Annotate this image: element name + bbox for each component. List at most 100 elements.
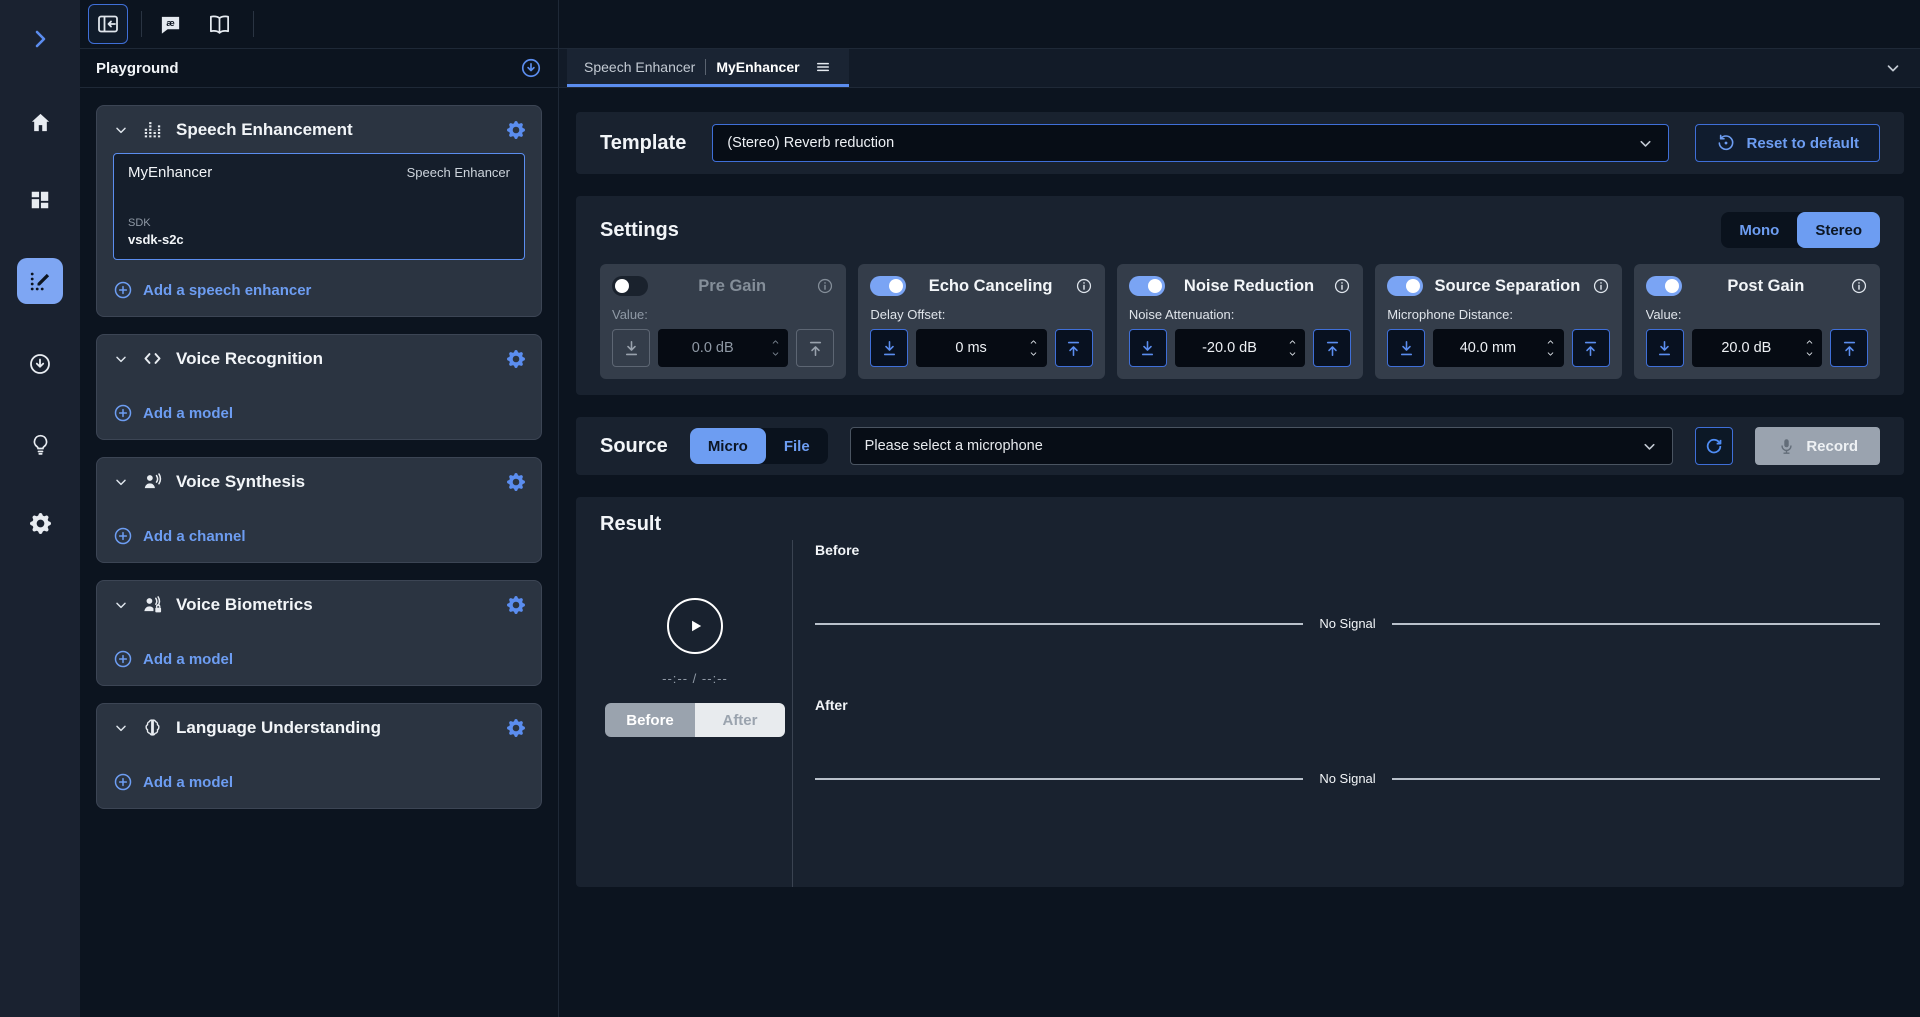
set-min-button[interactable] xyxy=(1646,329,1684,367)
chevron-down-icon[interactable] xyxy=(113,351,129,367)
value-input[interactable]: 0 ms xyxy=(916,329,1046,367)
track-label: After xyxy=(815,697,1880,713)
collapse-panel-button[interactable] xyxy=(88,4,128,44)
home-icon[interactable] xyxy=(29,111,52,134)
decrement-icon[interactable] xyxy=(1027,350,1040,358)
set-min-button[interactable] xyxy=(612,329,650,367)
value-input[interactable]: -20.0 dB xyxy=(1175,329,1305,367)
dashboard-icon[interactable] xyxy=(29,189,51,211)
decrement-icon[interactable] xyxy=(1544,350,1557,358)
after-button[interactable]: After xyxy=(695,703,785,737)
template-select[interactable]: (Stereo) Reverb reduction xyxy=(712,124,1669,162)
brain-icon xyxy=(142,717,163,738)
phonetics-chat-icon[interactable] xyxy=(159,13,182,36)
set-min-button[interactable] xyxy=(870,329,908,367)
tab-list-chevron-icon[interactable] xyxy=(1884,59,1902,77)
record-button[interactable]: Record xyxy=(1755,427,1880,465)
enhancer-item-selected[interactable]: MyEnhancer Speech Enhancer SDK vsdk-s2c xyxy=(113,153,525,260)
section-header[interactable]: Voice Recognition xyxy=(113,348,525,369)
increment-icon[interactable] xyxy=(769,338,782,346)
export-download-icon[interactable] xyxy=(520,57,542,79)
before-button[interactable]: Before xyxy=(605,703,695,737)
section-header[interactable]: Language Understanding xyxy=(113,717,525,738)
increment-icon[interactable] xyxy=(1544,338,1557,346)
downloads-icon[interactable] xyxy=(28,352,52,376)
before-waveform: No Signal xyxy=(815,616,1880,631)
speaking-person-icon xyxy=(142,471,163,492)
mono-button[interactable]: Mono xyxy=(1721,212,1797,248)
value-input[interactable]: 0.0 dB xyxy=(658,329,788,367)
reset-to-default-button[interactable]: Reset to default xyxy=(1695,124,1880,162)
increment-icon[interactable] xyxy=(1803,338,1816,346)
ideas-lightbulb-icon[interactable] xyxy=(29,433,52,456)
circle-plus-icon xyxy=(113,280,133,300)
microphone-select[interactable]: Please select a microphone xyxy=(850,427,1674,465)
circle-plus-icon xyxy=(113,403,133,423)
chevron-down-icon[interactable] xyxy=(113,597,129,613)
playground-edit-icon[interactable] xyxy=(17,258,63,304)
noise-reduction-toggle[interactable] xyxy=(1129,276,1165,296)
settings-gear-icon[interactable] xyxy=(30,513,51,534)
set-min-button[interactable] xyxy=(1129,329,1167,367)
increment-icon[interactable] xyxy=(1286,338,1299,346)
value-input[interactable]: 20.0 dB xyxy=(1692,329,1822,367)
chevron-down-icon[interactable] xyxy=(113,474,129,490)
section-gear-icon[interactable] xyxy=(507,719,525,737)
tab-menu-icon[interactable] xyxy=(814,58,832,76)
file-button[interactable]: File xyxy=(766,428,828,464)
decrement-icon[interactable] xyxy=(1803,350,1816,358)
section-gear-icon[interactable] xyxy=(507,350,525,368)
add-link-label: Add a channel xyxy=(143,528,246,545)
info-icon[interactable] xyxy=(1075,277,1093,295)
pre-gain-toggle[interactable] xyxy=(612,276,648,296)
set-max-button[interactable] xyxy=(1830,329,1868,367)
tab-myenhancer[interactable]: Speech Enhancer MyEnhancer xyxy=(567,49,849,87)
card-title: Echo Canceling xyxy=(912,277,1068,296)
add-model-link[interactable]: Add a model xyxy=(113,772,525,792)
info-icon[interactable] xyxy=(816,277,834,295)
info-icon[interactable] xyxy=(1850,277,1868,295)
card-source-separation: Source Separation Microphone Distance: 4… xyxy=(1375,264,1621,379)
add-speech-enhancer-link[interactable]: Add a speech enhancer xyxy=(113,280,525,300)
add-model-link[interactable]: Add a model xyxy=(113,649,525,669)
value-input[interactable]: 40.0 mm xyxy=(1433,329,1563,367)
param-label: Noise Attenuation: xyxy=(1129,307,1351,322)
set-max-button[interactable] xyxy=(1572,329,1610,367)
chevron-down-icon[interactable] xyxy=(113,122,129,138)
section-title: Language Understanding xyxy=(176,718,494,738)
echo-canceling-toggle[interactable] xyxy=(870,276,906,296)
stereo-button[interactable]: Stereo xyxy=(1797,212,1880,248)
section-header[interactable]: Speech Enhancement xyxy=(113,119,525,140)
add-channel-link[interactable]: Add a channel xyxy=(113,526,525,546)
decrement-icon[interactable] xyxy=(1286,350,1299,358)
section-gear-icon[interactable] xyxy=(507,473,525,491)
info-icon[interactable] xyxy=(1333,277,1351,295)
expand-rail-chevron-icon[interactable] xyxy=(28,27,52,51)
section-header[interactable]: Voice Synthesis xyxy=(113,471,525,492)
decrement-icon[interactable] xyxy=(769,350,782,358)
chevron-down-icon xyxy=(1637,135,1654,152)
increment-icon[interactable] xyxy=(1027,338,1040,346)
section-gear-icon[interactable] xyxy=(507,121,525,139)
set-max-button[interactable] xyxy=(796,329,834,367)
no-signal-text: No Signal xyxy=(1303,771,1391,786)
documentation-book-icon[interactable] xyxy=(208,13,231,36)
micro-button[interactable]: Micro xyxy=(690,428,766,464)
microphone-icon xyxy=(1777,437,1796,456)
playback-controls: --:-- / --:-- Before After xyxy=(600,540,790,887)
post-gain-toggle[interactable] xyxy=(1646,276,1682,296)
set-max-button[interactable] xyxy=(1055,329,1093,367)
set-max-button[interactable] xyxy=(1313,329,1351,367)
section-gear-icon[interactable] xyxy=(507,596,525,614)
sidebar-content: Speech Enhancement MyEnhancer Speech Enh… xyxy=(80,88,558,1017)
source-separation-toggle[interactable] xyxy=(1387,276,1423,296)
app-window: Playground Speech Enhancement MyEnhancer… xyxy=(0,0,1920,1017)
set-min-button[interactable] xyxy=(1387,329,1425,367)
section-header[interactable]: Voice Biometrics xyxy=(113,594,525,615)
value-text: 0 ms xyxy=(916,340,1025,356)
chevron-down-icon[interactable] xyxy=(113,720,129,736)
play-button[interactable] xyxy=(667,598,723,654)
info-icon[interactable] xyxy=(1592,277,1610,295)
add-model-link[interactable]: Add a model xyxy=(113,403,525,423)
refresh-devices-button[interactable] xyxy=(1695,427,1733,465)
